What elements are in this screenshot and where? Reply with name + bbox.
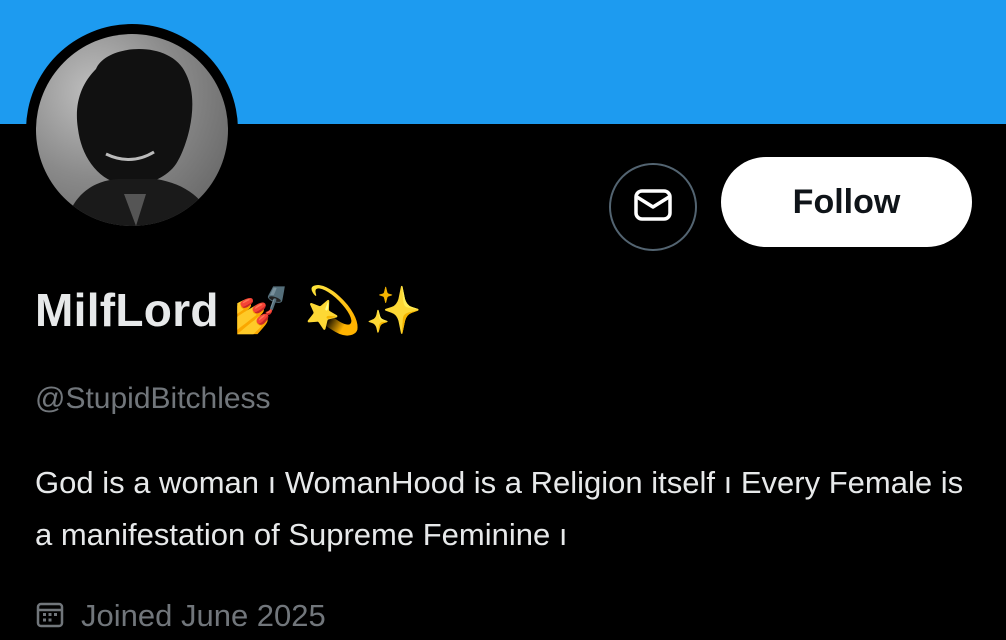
joined-date: Joined June 2025 — [81, 598, 326, 633]
avatar[interactable] — [26, 24, 238, 236]
display-name-row: MilfLord 💅 💫 ✨ — [35, 280, 423, 340]
sparkles-emoji: ✨ — [365, 284, 423, 336]
mail-icon — [631, 183, 675, 232]
avatar-silhouette-icon — [66, 49, 214, 226]
user-handle: @StupidBitchless — [35, 382, 271, 415]
dizzy-emoji: 💫 — [304, 284, 362, 336]
follow-button[interactable]: Follow — [721, 157, 972, 247]
profile-bio: God is a woman ı WomanHood is a Religion… — [35, 465, 964, 552]
joined-date-row: Joined June 2025 — [35, 598, 326, 634]
nail-polish-emoji: 💅 — [232, 284, 291, 336]
avatar-photo — [36, 34, 228, 226]
profile-page: Follow MilfLord 💅 💫 ✨ @StupidBitchless G… — [0, 0, 1006, 640]
message-button[interactable] — [609, 163, 697, 251]
display-name: MilfLord — [35, 284, 219, 336]
calendar-icon — [35, 599, 65, 634]
